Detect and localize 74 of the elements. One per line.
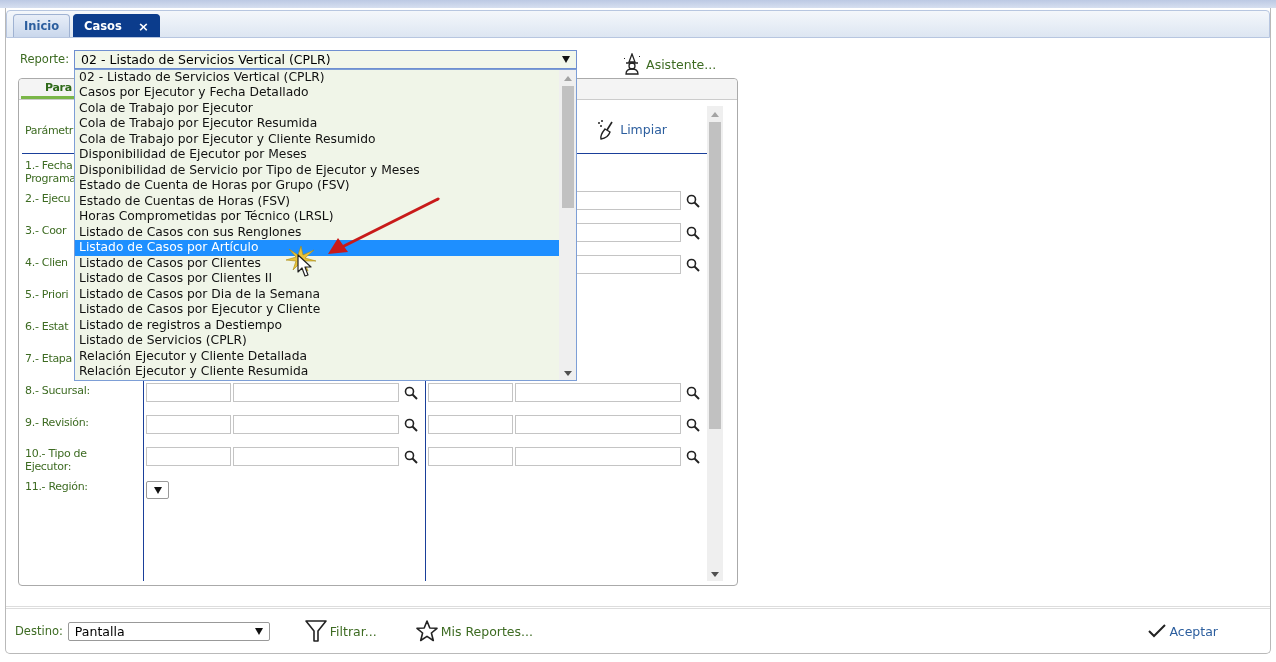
dropdown-option[interactable]: Relación Ejecutor y Cliente Detallada: [75, 348, 560, 364]
input-field[interactable]: [233, 383, 399, 402]
star-icon: [414, 619, 439, 643]
parameter-label: 1.- Fecha Programa: [25, 159, 76, 185]
input-field[interactable]: [515, 447, 681, 466]
dropdown-option[interactable]: Estado de Cuenta de Horas por Grupo (FSV): [75, 178, 560, 194]
dropdown-option[interactable]: Cola de Trabajo por Ejecutor: [75, 100, 560, 116]
parameter-label: 6.- Estat: [25, 320, 69, 333]
input-field[interactable]: [428, 415, 513, 434]
clear-button[interactable]: Limpiar: [596, 118, 667, 141]
dropdown-option[interactable]: Casos por Ejecutor y Fecha Detallado: [75, 85, 560, 101]
dropdown-option[interactable]: Relación Ejecutor y Cliente Resumida: [75, 364, 560, 380]
dropdown-option[interactable]: Listado de Servicios (CPLR): [75, 333, 560, 349]
tab[interactable]: Inicio: [13, 14, 71, 37]
input-field[interactable]: [515, 383, 681, 402]
dropdown-option[interactable]: Estado de Cuentas de Horas (FSV): [75, 193, 560, 209]
dropdown-option[interactable]: Listado de Casos por Ejecutor y Cliente: [75, 302, 560, 318]
dropdown-option[interactable]: 02 - Listado de Servicios Vertical (CPLR): [75, 69, 560, 85]
parameter-label: 10.- Tipo de Ejecutor:: [25, 447, 87, 473]
destination-label: Destino:: [15, 624, 63, 638]
input-field[interactable]: [428, 447, 513, 466]
parameter-label: 8.- Sucursal:: [25, 384, 90, 397]
dropdown-arrow-icon: [254, 627, 263, 635]
search-icon[interactable]: [686, 417, 700, 432]
parameter-label: 3.- Coor: [25, 224, 67, 237]
dropdown-arrow-icon: [562, 55, 571, 63]
parameter-label: 2.- Ejecu: [25, 192, 71, 205]
tab[interactable]: Casos ×: [73, 14, 160, 37]
report-select[interactable]: 02 - Listado de Servicios Vertical (CPLR): [74, 49, 578, 69]
region-select[interactable]: [146, 481, 169, 499]
input-field[interactable]: [233, 415, 399, 434]
input-field[interactable]: [146, 415, 231, 434]
mouse-pointer-icon: [297, 254, 313, 278]
search-icon[interactable]: [686, 225, 700, 240]
dropdown-option[interactable]: Listado de Casos por Dia de la Semana: [75, 286, 560, 302]
input-field[interactable]: [515, 415, 681, 434]
checkmark-icon: [1147, 623, 1168, 639]
search-icon[interactable]: [686, 385, 700, 400]
funnel-icon: [303, 619, 328, 643]
search-icon[interactable]: [404, 417, 418, 432]
wizard-button[interactable]: Asistente...: [621, 53, 717, 75]
dropdown-option[interactable]: Disponibilidad de Ejecutor por Meses: [75, 147, 560, 163]
accept-button[interactable]: Aceptar: [1147, 623, 1218, 639]
destination-select[interactable]: Pantalla: [67, 621, 270, 641]
my-reports-button[interactable]: Mis Reportes...: [414, 619, 533, 643]
dropdown-option[interactable]: Horas Comprometidas por Técnico (LRSL): [75, 209, 560, 225]
input-field[interactable]: [146, 383, 231, 402]
input-field[interactable]: [233, 447, 399, 466]
parameter-label: 5.- Priori: [25, 288, 69, 301]
search-icon[interactable]: [404, 385, 418, 400]
dropdown-option[interactable]: Listado de Casos por Clientes II: [75, 271, 560, 287]
dropdown-option[interactable]: Cola de Trabajo por Ejecutor y Cliente Resumido: [75, 131, 560, 147]
parameter-label: 7.- Etapa: [25, 352, 72, 365]
parameters-heading: Parámetr: [25, 124, 74, 137]
parameter-label: 9.- Revisión:: [25, 416, 89, 429]
scrollbar[interactable]: [707, 106, 723, 581]
report-label: Reporte:: [20, 52, 70, 66]
search-icon[interactable]: [686, 449, 700, 464]
parameter-label: 11.- Región:: [25, 480, 88, 493]
input-field[interactable]: [428, 383, 513, 402]
dropdown-option[interactable]: Listado de registros a Destiempo: [75, 317, 560, 333]
close-icon[interactable]: ×: [137, 18, 149, 34]
tab[interactable]: Para: [21, 81, 75, 99]
search-icon[interactable]: [686, 193, 700, 208]
dropdown-option[interactable]: Listado de Casos con sus Renglones: [75, 224, 560, 240]
dropdown-option[interactable]: Disponibilidad de Servicio por Tipo de Ejecutor y Meses: [75, 162, 560, 178]
input-field[interactable]: [146, 447, 231, 466]
scrollbar[interactable]: [559, 69, 577, 380]
search-icon[interactable]: [404, 449, 418, 464]
filter-button[interactable]: Filtrar...: [303, 619, 377, 643]
search-icon[interactable]: [686, 257, 700, 272]
dropdown-option[interactable]: Listado de Casos por Clientes: [75, 255, 560, 271]
dropdown-option[interactable]: Cola de Trabajo por Ejecutor Resumida: [75, 116, 560, 132]
parameter-label: 4.- Clien: [25, 256, 68, 269]
